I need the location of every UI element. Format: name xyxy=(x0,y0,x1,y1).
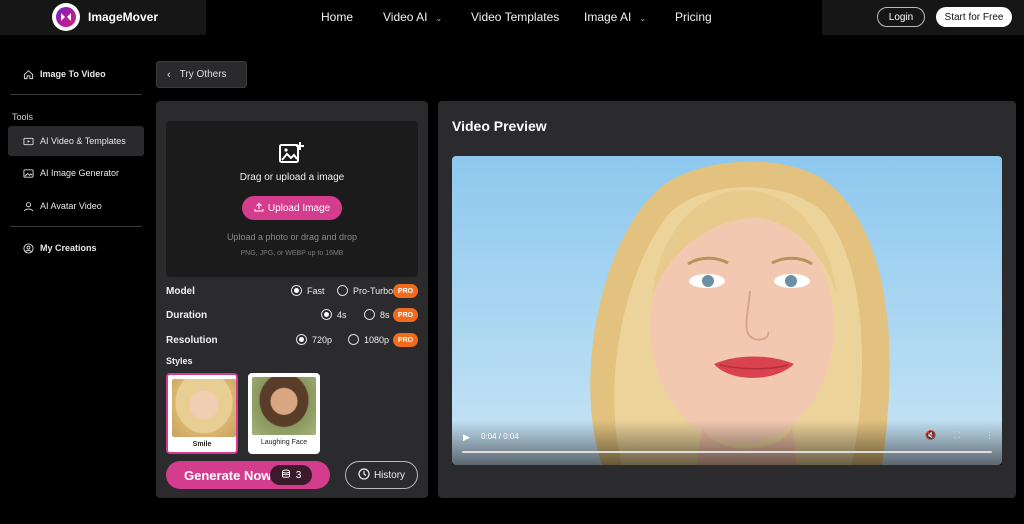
model-option-fast[interactable]: Fast xyxy=(291,285,325,296)
video-controls xyxy=(452,420,1002,465)
radio-selected xyxy=(321,309,332,320)
nav-video-ai-label: Video AI xyxy=(383,10,428,24)
clock-icon xyxy=(358,467,370,483)
upload-image-label: Upload Image xyxy=(267,202,331,214)
divider xyxy=(10,226,142,227)
nav-image-ai[interactable]: Image AI ⌄ xyxy=(584,10,646,24)
duration-option-4s-label: 4s xyxy=(337,309,347,320)
pro-badge: PRO xyxy=(393,333,418,347)
upload-icon xyxy=(254,202,264,215)
nav-video-templates[interactable]: Video Templates xyxy=(471,10,559,24)
style-thumbnail xyxy=(172,379,236,437)
brand-name: ImageMover xyxy=(88,10,159,24)
radio-unselected xyxy=(348,334,359,345)
style-card-laughing-face[interactable]: Laughing Face xyxy=(248,373,320,454)
generate-now-label: Generate Now xyxy=(184,467,272,483)
video-progress-bar[interactable] xyxy=(462,451,992,453)
tools-label: Tools xyxy=(12,112,34,122)
logo xyxy=(52,3,80,31)
avatar-icon xyxy=(22,200,34,212)
add-image-icon xyxy=(279,141,305,165)
resolution-option-1080p[interactable]: 1080p xyxy=(348,334,389,345)
more-options-icon[interactable]: ⋮ xyxy=(985,430,994,441)
nav-video-ai[interactable]: Video AI ⌄ xyxy=(383,10,442,24)
upload-formats: PNG, JPG, or WEBP up to 16MB xyxy=(240,250,344,257)
credits-count: 3 xyxy=(295,469,302,481)
style-name: Laughing Face xyxy=(260,439,308,446)
start-for-free-button[interactable]: Start for Free xyxy=(936,7,1012,27)
chevron-down-icon: ⌄ xyxy=(435,14,443,23)
duration-option-4s[interactable]: 4s xyxy=(321,309,347,320)
credits-badge: 3 xyxy=(270,465,312,485)
sidebar-item-ai-image-generator[interactable]: AI Image Generator xyxy=(8,158,144,188)
user-circle-icon xyxy=(22,242,34,254)
model-option-pro-turbo[interactable]: Pro-Turbo xyxy=(337,285,393,296)
pro-badge: PRO xyxy=(393,284,418,298)
chevron-left-icon: ‹ xyxy=(167,68,171,81)
resolution-option-720p-label: 720p xyxy=(312,334,333,345)
sidebar-item-label: AI Image Generator xyxy=(40,168,120,178)
model-option-fast-label: Fast xyxy=(307,285,325,296)
top-nav: ImageMover Home Video AI ⌄ Video Template… xyxy=(0,0,1024,35)
pro-badge: PRO xyxy=(393,308,418,322)
style-card-smile[interactable]: Smile xyxy=(166,373,238,454)
home-icon xyxy=(22,68,34,80)
image-icon xyxy=(22,167,34,179)
divider xyxy=(10,94,142,95)
style-thumbnail xyxy=(252,377,316,435)
sidebar-item-label: AI Video & Templates xyxy=(40,136,126,146)
history-label: History xyxy=(373,469,406,481)
brand[interactable]: ImageMover xyxy=(0,0,206,35)
sidebar-item-image-to-video[interactable]: Image To Video xyxy=(8,59,144,89)
play-icon[interactable]: ▶ xyxy=(463,432,470,443)
fullscreen-icon[interactable]: ⛶ xyxy=(954,430,960,441)
resolution-option-720p[interactable]: 720p xyxy=(296,334,332,345)
radio-selected xyxy=(296,334,307,345)
coin-stack-icon xyxy=(281,469,291,482)
model-option-pro-turbo-label: Pro-Turbo xyxy=(353,285,394,296)
duration-option-8s-label: 8s xyxy=(380,309,390,320)
style-name: Smile xyxy=(192,441,212,448)
sidebar-item-label: AI Avatar Video xyxy=(40,201,102,211)
try-others-label: Try Others xyxy=(179,69,227,80)
sidebar-item-my-creations[interactable]: My Creations xyxy=(8,233,144,263)
radio-unselected xyxy=(337,285,348,296)
resolution-label: Resolution xyxy=(166,335,218,346)
upload-title: Drag or upload a image xyxy=(239,172,345,183)
sidebar-item-ai-video-templates[interactable]: AI Video & Templates xyxy=(8,126,144,156)
nav-pricing[interactable]: Pricing xyxy=(675,10,712,24)
video-timecode: 0:04 / 0:04 xyxy=(481,432,519,441)
video-icon xyxy=(22,135,34,147)
sidebar-item-ai-avatar-video[interactable]: AI Avatar Video xyxy=(8,191,144,221)
radio-unselected xyxy=(364,309,375,320)
preview-title: Video Preview xyxy=(452,118,547,134)
sidebar-item-label: My Creations xyxy=(40,243,97,253)
video-player[interactable] xyxy=(452,156,1002,465)
sidebar xyxy=(0,35,150,524)
model-label: Model xyxy=(166,286,195,297)
duration-label: Duration xyxy=(166,310,208,321)
styles-label: Styles xyxy=(166,356,193,366)
upload-image-button[interactable]: Upload Image xyxy=(242,196,342,220)
nav-image-ai-label: Image AI xyxy=(584,10,632,24)
duration-option-8s[interactable]: 8s xyxy=(364,309,390,320)
sidebar-item-label: Image To Video xyxy=(40,69,106,79)
history-button[interactable]: History xyxy=(345,461,418,489)
resolution-option-1080p-label: 1080p xyxy=(364,334,390,345)
try-others-button[interactable]: ‹ Try Others xyxy=(156,61,247,88)
mute-icon[interactable]: 🔇 xyxy=(925,430,936,441)
upload-hint: Upload a photo or drag and drop xyxy=(226,232,358,242)
chevron-down-icon: ⌄ xyxy=(639,14,647,23)
logo-mark-icon xyxy=(56,7,76,27)
radio-selected xyxy=(291,285,302,296)
login-button[interactable]: Login xyxy=(877,7,925,27)
video-frame-image xyxy=(590,161,890,465)
nav-home[interactable]: Home xyxy=(321,10,353,24)
